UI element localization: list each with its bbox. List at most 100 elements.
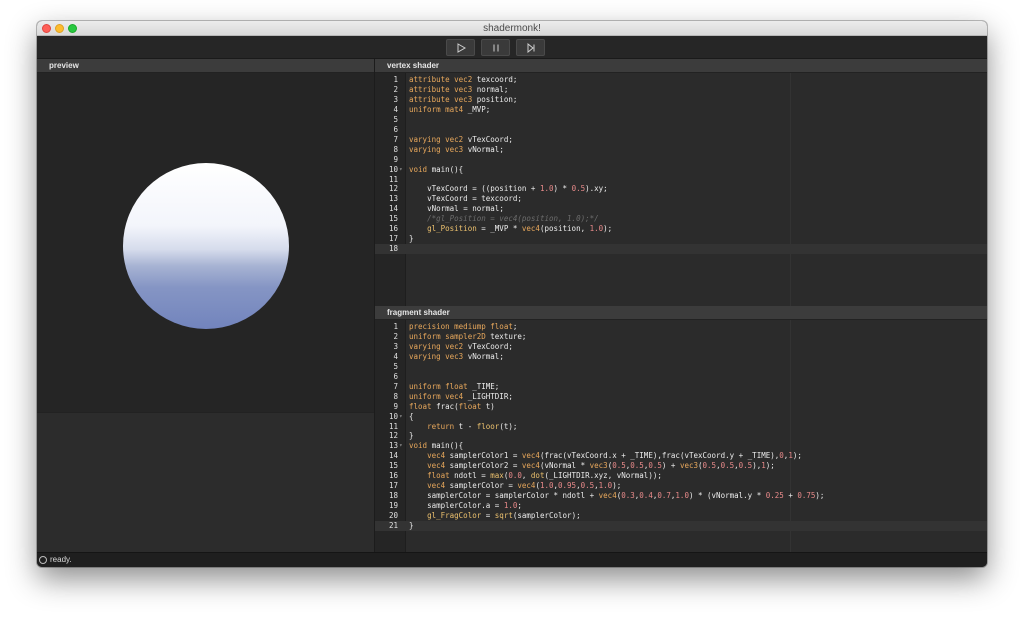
- code-text: uniform float _TIME;: [409, 381, 500, 391]
- code-line[interactable]: 11 return t - floor(t);: [375, 422, 987, 432]
- code-line[interactable]: 10 ▾ void main(){: [375, 165, 987, 175]
- code-text: vTexCoord = ((position + 1.0) * 0.5).xy;: [427, 184, 608, 194]
- code-text: void main(){: [409, 441, 464, 451]
- code-line[interactable]: 14 vec4 samplerColor1 = vec4(frac(vTexCo…: [375, 451, 987, 461]
- code-line[interactable]: 9 float frac(float t): [375, 402, 987, 412]
- code-line[interactable]: 16 gl_Position = _MVP * vec4(position, 1…: [375, 224, 987, 234]
- fold-arrow-icon[interactable]: ▾: [399, 165, 403, 175]
- code-line[interactable]: 20 gl_FragColor = sqrt(samplerColor);: [375, 511, 987, 521]
- fold-arrow-icon[interactable]: ▾: [399, 412, 403, 422]
- line-number: 5: [393, 361, 398, 371]
- code-line[interactable]: 2 uniform sampler2D texture;: [375, 332, 987, 342]
- code-line[interactable]: 7 varying vec2 vTexCoord;: [375, 135, 987, 145]
- code-text: attribute vec3 position;: [409, 94, 518, 104]
- code-text: }: [409, 234, 414, 244]
- fold-arrow-icon[interactable]: ▾: [399, 441, 403, 451]
- line-number: 11: [388, 421, 398, 431]
- line-number: 10: [388, 164, 398, 174]
- line-number: 19: [388, 501, 398, 511]
- code-line[interactable]: 8 uniform vec4 _LIGHTDIR;: [375, 392, 987, 402]
- vertex-shader-editor[interactable]: 1 attribute vec2 texcoord; 2 attribute vec3…: [375, 73, 987, 306]
- code-line[interactable]: 2 attribute vec3 normal;: [375, 85, 987, 95]
- code-line[interactable]: 21}: [375, 521, 987, 531]
- code-line[interactable]: 17 vec4 samplerColor = vec4(1.0,0.95,0.5…: [375, 481, 987, 491]
- line-number: 18: [388, 244, 398, 254]
- status-text: ready.: [50, 555, 72, 564]
- line-number: 17: [388, 234, 398, 244]
- line-number: 9: [393, 401, 398, 411]
- code-line[interactable]: 5: [375, 115, 987, 125]
- line-number: 14: [388, 204, 398, 214]
- code-line[interactable]: 10 ▾ {: [375, 412, 987, 422]
- window-title: shadermonk!: [483, 23, 541, 34]
- line-number: 12: [388, 431, 398, 441]
- play-icon: [457, 43, 466, 53]
- line-number: 12: [388, 184, 398, 194]
- code-line[interactable]: 12 vTexCoord = ((position + 1.0) * 0.5).…: [375, 184, 987, 194]
- code-text: samplerColor = samplerColor * ndotl + ve…: [427, 491, 825, 501]
- line-number: 6: [393, 124, 398, 134]
- fragment-shader-editor[interactable]: 1 precision mediump float; 2 uniform sample…: [375, 320, 987, 552]
- code-line[interactable]: 3 varying vec2 vTexCoord;: [375, 342, 987, 352]
- line-number: 17: [388, 481, 398, 491]
- code-line[interactable]: 3 attribute vec3 position;: [375, 95, 987, 105]
- code-line[interactable]: 4 varying vec3 vNormal;: [375, 352, 987, 362]
- code-line[interactable]: 11: [375, 175, 987, 185]
- code-line[interactable]: 7 uniform float _TIME;: [375, 382, 987, 392]
- line-number: 21: [388, 521, 398, 530]
- code-line[interactable]: 6: [375, 125, 987, 135]
- preview-canvas[interactable]: [37, 73, 374, 412]
- pause-button[interactable]: [481, 39, 510, 56]
- code-text: gl_Position = _MVP * vec4(position, 1.0)…: [427, 224, 613, 234]
- code-line[interactable]: 9: [375, 155, 987, 165]
- status-circle-icon: [39, 556, 47, 564]
- code-line[interactable]: 6: [375, 372, 987, 382]
- toolbar: [37, 36, 987, 59]
- code-line[interactable]: 18 samplerColor = samplerColor * ndotl +…: [375, 491, 987, 501]
- code-line[interactable]: 12}: [375, 431, 987, 441]
- code-line[interactable]: 15 /*gl_Position = vec4(position, 1.0);*…: [375, 214, 987, 224]
- line-number: 7: [393, 134, 398, 144]
- code-text: void main(){: [409, 164, 464, 174]
- code-line[interactable]: 13 ▾ void main(){: [375, 441, 987, 451]
- play-button[interactable]: [446, 39, 475, 56]
- line-number: 18: [388, 491, 398, 501]
- line-number: 5: [393, 114, 398, 124]
- line-number: 13: [388, 194, 398, 204]
- code-line[interactable]: 1 precision mediump float;: [375, 322, 987, 332]
- code-text: varying vec3 vNormal;: [409, 351, 504, 361]
- code-text: attribute vec3 normal;: [409, 84, 509, 94]
- step-forward-button[interactable]: [516, 39, 545, 56]
- pause-icon: [493, 44, 499, 52]
- code-text: vec4 samplerColor1 = vec4(frac(vTexCoord…: [427, 451, 802, 461]
- line-number: 8: [393, 144, 398, 154]
- step-forward-icon: [527, 43, 535, 53]
- code-line[interactable]: 8 varying vec3 vNormal;: [375, 145, 987, 155]
- code-line[interactable]: 1 attribute vec2 texcoord;: [375, 75, 987, 85]
- code-line[interactable]: 16 float ndotl = max(0.0, dot(_LIGHTDIR.…: [375, 471, 987, 481]
- code-line[interactable]: 19 samplerColor.a = 1.0;: [375, 501, 987, 511]
- line-number: 11: [388, 174, 398, 184]
- code-text: vec4 samplerColor = vec4(1.0,0.95,0.5,1.…: [427, 481, 622, 491]
- code-text: vNormal = normal;: [427, 204, 504, 214]
- code-text: precision mediump float;: [409, 322, 518, 331]
- code-text: uniform vec4 _LIGHTDIR;: [409, 391, 513, 401]
- line-number: 7: [393, 381, 398, 391]
- code-text: varying vec2 vTexCoord;: [409, 134, 513, 144]
- code-text: gl_FragColor = sqrt(samplerColor);: [427, 511, 581, 521]
- line-number: 16: [388, 224, 398, 234]
- code-line[interactable]: 13 vTexCoord = texcoord;: [375, 194, 987, 204]
- line-number: 10: [388, 411, 398, 421]
- line-number: 15: [388, 214, 398, 224]
- code-line[interactable]: 5: [375, 362, 987, 372]
- code-line[interactable]: 17}: [375, 234, 987, 244]
- code-text: uniform mat4 _MVP;: [409, 104, 491, 114]
- code-text: float frac(float t): [409, 401, 495, 411]
- preview-lower-panel: [37, 412, 374, 552]
- code-line[interactable]: 14 vNormal = normal;: [375, 204, 987, 214]
- code-line[interactable]: 15 vec4 samplerColor2 = vec4(vNormal * v…: [375, 461, 987, 471]
- code-line[interactable]: 4 uniform mat4 _MVP;: [375, 105, 987, 115]
- code-text: vec4 samplerColor2 = vec4(vNormal * vec3…: [427, 461, 775, 471]
- code-text: float ndotl = max(0.0, dot(_LIGHTDIR.xyz…: [427, 471, 662, 481]
- code-line[interactable]: 18: [375, 244, 987, 255]
